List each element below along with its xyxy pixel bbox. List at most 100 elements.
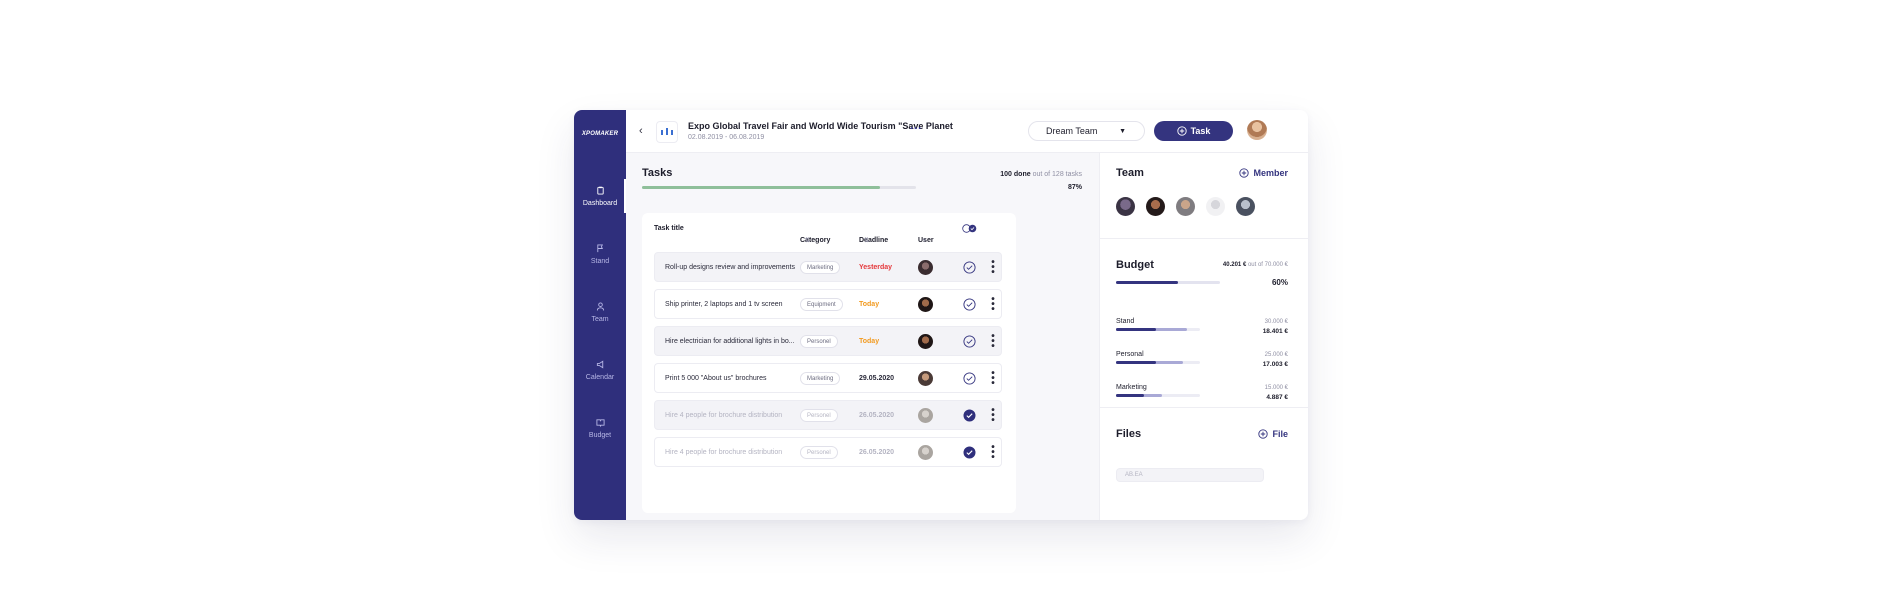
check-circle-icon[interactable]: [963, 335, 976, 348]
team-member-avatar[interactable]: [1206, 197, 1225, 216]
budget-title: Budget: [1116, 259, 1154, 271]
task-deadline: Today: [859, 301, 880, 308]
column-task-title: Task title: [654, 225, 684, 232]
kebab-menu-icon[interactable]: • • •: [990, 443, 996, 463]
add-file-button[interactable]: File: [1258, 429, 1288, 439]
category-tag: Personel: [800, 335, 838, 348]
user-avatar[interactable]: [1247, 120, 1267, 140]
assignee-avatar[interactable]: [918, 260, 933, 275]
files-title: Files: [1116, 428, 1142, 440]
budget-item-planned: 25.000 €: [1264, 352, 1288, 358]
budget-total: out of 70.000 €: [1247, 262, 1288, 268]
budget-spent-fill: [1116, 394, 1144, 397]
budget-item-bar: [1116, 328, 1200, 331]
team-member-avatar[interactable]: [1176, 197, 1195, 216]
tasks-done-count: 100 done: [1000, 171, 1031, 178]
tasks-title: Tasks: [642, 167, 673, 179]
event-more-button[interactable]: ...: [910, 120, 922, 132]
table-row[interactable]: Print 5 000 "About us" brochures Marketin…: [654, 363, 1002, 393]
check-circle-icon[interactable]: [963, 298, 976, 311]
team-select[interactable]: Dream Team ▼: [1028, 121, 1145, 141]
add-member-button[interactable]: Member: [1239, 168, 1288, 178]
assignee-avatar[interactable]: [918, 371, 933, 386]
budget-item-label: Stand: [1116, 318, 1135, 325]
category-tag: Equipment: [800, 298, 843, 311]
main-area: ‹ Expo Global Travel Fair and World Wide…: [626, 110, 1308, 520]
sidebar-item-team[interactable]: Team: [574, 283, 626, 341]
budget-item-bar: [1116, 361, 1200, 364]
file-item[interactable]: AB.EA: [1116, 468, 1264, 482]
assignee-avatar[interactable]: [918, 297, 933, 312]
check-circle-icon[interactable]: [963, 261, 976, 274]
table-row[interactable]: Hire electrician for additional lights i…: [654, 326, 1002, 356]
check-circle-icon[interactable]: [963, 372, 976, 385]
assignee-avatar[interactable]: [918, 445, 933, 460]
task-deadline: 26.05.2020: [859, 412, 895, 419]
add-task-button[interactable]: Task: [1154, 121, 1233, 141]
table-row[interactable]: Hire 4 people for brochure distribution P…: [654, 400, 1002, 430]
file-name: AB.EA: [1125, 472, 1143, 478]
budget-item-label: Marketing: [1116, 384, 1147, 391]
tasks-count: 100 done out of 128 tasks: [1000, 171, 1082, 178]
budget-item-planned: 30.000 €: [1264, 319, 1288, 325]
table-row[interactable]: Ship printer, 2 laptops and 1 tv screen E…: [654, 289, 1002, 319]
kebab-menu-icon[interactable]: • • •: [990, 332, 996, 352]
team-select-value: Dream Team: [1046, 126, 1098, 136]
kebab-menu-icon[interactable]: • • •: [990, 295, 996, 315]
team-member-avatar[interactable]: [1146, 197, 1165, 216]
category-tag: Marketing: [800, 372, 841, 385]
sort-icon: ⇅: [805, 238, 811, 244]
task-deadline: 29.05.2020: [859, 375, 895, 382]
kebab-menu-icon[interactable]: • • •: [990, 369, 996, 389]
table-row[interactable]: Hire 4 people for brochure distribution P…: [654, 437, 1002, 467]
add-member-label: Member: [1253, 168, 1288, 178]
team-member-avatar[interactable]: [1116, 197, 1135, 216]
team-member-avatar[interactable]: [1236, 197, 1255, 216]
category-tag: Personel: [800, 409, 838, 422]
event-dates: 02.08.2019 - 06.08.2019: [688, 134, 765, 141]
back-arrow-icon[interactable]: ‹: [639, 124, 651, 138]
kebab-menu-icon[interactable]: • • •: [990, 406, 996, 426]
budget-spent: 40.201 €: [1222, 262, 1247, 268]
app-window: XPOMAKER Dashboard Stand Team Calendar B…: [574, 110, 1308, 520]
sidebar: XPOMAKER Dashboard Stand Team Calendar B…: [574, 110, 626, 520]
toggle-done-icon[interactable]: [962, 224, 978, 233]
task-title: Hire 4 people for brochure distribution: [665, 449, 783, 456]
task-title: Ship printer, 2 laptops and 1 tv screen: [665, 301, 783, 308]
tasks-progress-label: 87%: [1067, 184, 1082, 191]
assignee-avatar[interactable]: [918, 334, 933, 349]
megaphone-icon: [596, 360, 603, 368]
tasks-panel: Tasks 100 done out of 128 tasks 87% Task…: [626, 153, 1099, 520]
sidebar-item-label: Dashboard: [582, 199, 618, 207]
kebab-menu-icon[interactable]: • • •: [990, 258, 996, 278]
category-tag: Personel: [800, 446, 838, 459]
sidebar-item-dashboard[interactable]: Dashboard: [574, 167, 626, 225]
assignee-avatar[interactable]: [918, 408, 933, 423]
team-title: Team: [1116, 167, 1144, 179]
sidebar-item-stand[interactable]: Stand: [574, 225, 626, 283]
plus-circle-icon: [1239, 168, 1250, 178]
budget-progress-fill: [1116, 281, 1179, 284]
tasks-done-suffix: out of 128 tasks: [1032, 171, 1082, 178]
add-file-label: File: [1272, 429, 1288, 439]
budget-summary: 40.201 € out of 70.000 €: [1223, 262, 1288, 268]
sidebar-item-budget[interactable]: Budget: [574, 399, 626, 457]
content: Tasks 100 done out of 128 tasks 87% Task…: [626, 153, 1308, 520]
sidebar-item-label: Stand: [590, 257, 610, 265]
budget-spent-fill: [1116, 328, 1157, 331]
check-filled-icon[interactable]: [963, 409, 976, 422]
task-title: Hire electrician for additional lights i…: [665, 338, 795, 345]
budget-item-spent: 18.401 €: [1262, 328, 1288, 335]
table-row[interactable]: Roll-up designs review and improvements M…: [654, 252, 1002, 282]
task-title: Roll-up designs review and improvements: [665, 264, 795, 271]
task-deadline: Today: [859, 338, 880, 345]
plus-circle-icon: [1176, 126, 1187, 136]
budget-item-values: 25.000 € 17.003 €: [1263, 351, 1288, 370]
sidebar-item-calendar[interactable]: Calendar: [574, 341, 626, 399]
tasks-progress-bar: [642, 186, 916, 189]
clipboard-icon: [596, 186, 604, 195]
budget-item-values: 30.000 € 18.401 €: [1263, 318, 1288, 337]
check-filled-icon[interactable]: [963, 446, 976, 459]
divider: [1100, 407, 1308, 408]
budget-item-values: 15.000 € 4.887 €: [1265, 384, 1288, 403]
